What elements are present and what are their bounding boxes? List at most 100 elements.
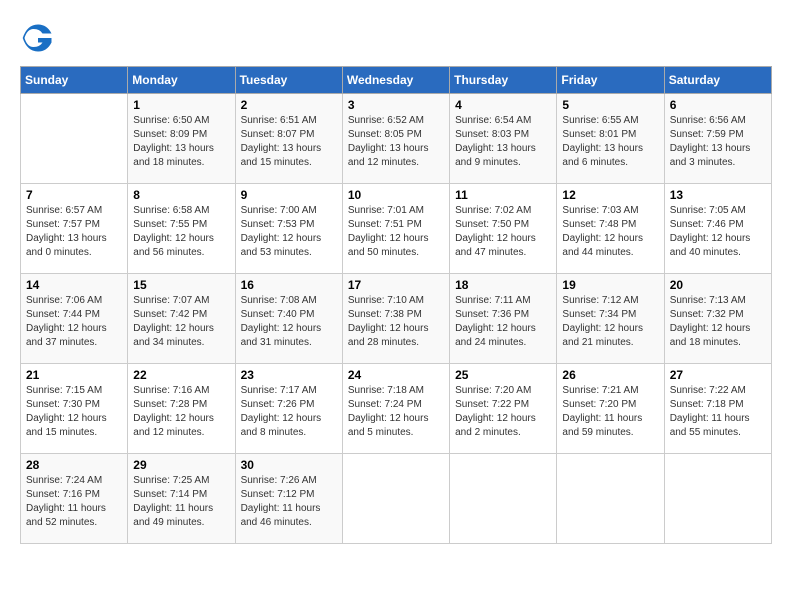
day-detail: Sunrise: 6:55 AM Sunset: 8:01 PM Dayligh… bbox=[562, 114, 658, 170]
calendar-cell: 24Sunrise: 7:18 AM Sunset: 7:24 PM Dayli… bbox=[342, 364, 449, 454]
day-detail: Sunrise: 7:20 AM Sunset: 7:22 PM Dayligh… bbox=[455, 384, 551, 440]
day-detail: Sunrise: 7:21 AM Sunset: 7:20 PM Dayligh… bbox=[562, 384, 658, 440]
calendar-body: 1Sunrise: 6:50 AM Sunset: 8:09 PM Daylig… bbox=[21, 94, 772, 544]
calendar-cell bbox=[342, 454, 449, 544]
header-cell-tuesday: Tuesday bbox=[235, 67, 342, 94]
day-detail: Sunrise: 7:10 AM Sunset: 7:38 PM Dayligh… bbox=[348, 294, 444, 350]
day-detail: Sunrise: 6:52 AM Sunset: 8:05 PM Dayligh… bbox=[348, 114, 444, 170]
calendar-cell: 25 Sunrise: 7:20 AM Sunset: 7:22 PM Dayli… bbox=[450, 364, 557, 454]
day-number: 26 bbox=[562, 368, 658, 382]
day-number: 7 bbox=[26, 188, 122, 202]
day-detail: Sunrise: 7:08 AM Sunset: 7:40 PM Dayligh… bbox=[241, 294, 337, 350]
calendar-week-1: 1Sunrise: 6:50 AM Sunset: 8:09 PM Daylig… bbox=[21, 94, 772, 184]
day-detail: Sunrise: 6:57 AM Sunset: 7:57 PM Dayligh… bbox=[26, 204, 122, 260]
calendar-cell: 21 Sunrise: 7:15 AM Sunset: 7:30 PM Dayli… bbox=[21, 364, 128, 454]
header-cell-sunday: Sunday bbox=[21, 67, 128, 94]
calendar-week-3: 14 Sunrise: 7:06 AM Sunset: 7:44 PM Dayli… bbox=[21, 274, 772, 364]
calendar-cell: 17Sunrise: 7:10 AM Sunset: 7:38 PM Dayli… bbox=[342, 274, 449, 364]
day-number: 18 bbox=[455, 278, 551, 292]
day-number: 2 bbox=[241, 98, 337, 112]
day-number: 5 bbox=[562, 98, 658, 112]
day-detail: Sunrise: 6:56 AM Sunset: 7:59 PM Dayligh… bbox=[670, 114, 766, 170]
logo bbox=[20, 20, 62, 56]
day-detail: Sunrise: 7:15 AM Sunset: 7:30 PM Dayligh… bbox=[26, 384, 122, 440]
calendar-cell: 29Sunrise: 7:25 AM Sunset: 7:14 PM Dayli… bbox=[128, 454, 235, 544]
calendar-cell bbox=[21, 94, 128, 184]
calendar-cell: 3Sunrise: 6:52 AM Sunset: 8:05 PM Daylig… bbox=[342, 94, 449, 184]
day-number: 22 bbox=[133, 368, 229, 382]
day-detail: Sunrise: 7:03 AM Sunset: 7:48 PM Dayligh… bbox=[562, 204, 658, 260]
calendar-cell: 4 Sunrise: 6:54 AM Sunset: 8:03 PM Daylig… bbox=[450, 94, 557, 184]
header-cell-friday: Friday bbox=[557, 67, 664, 94]
day-detail: Sunrise: 7:01 AM Sunset: 7:51 PM Dayligh… bbox=[348, 204, 444, 260]
day-number: 14 bbox=[26, 278, 122, 292]
day-number: 9 bbox=[241, 188, 337, 202]
calendar-cell: 2 Sunrise: 6:51 AM Sunset: 8:07 PM Daylig… bbox=[235, 94, 342, 184]
day-detail: Sunrise: 7:26 AM Sunset: 7:12 PM Dayligh… bbox=[241, 474, 337, 530]
header-cell-wednesday: Wednesday bbox=[342, 67, 449, 94]
calendar-cell: 10 Sunrise: 7:01 AM Sunset: 7:51 PM Dayli… bbox=[342, 184, 449, 274]
day-number: 28 bbox=[26, 458, 122, 472]
day-detail: Sunrise: 7:24 AM Sunset: 7:16 PM Dayligh… bbox=[26, 474, 122, 530]
day-detail: Sunrise: 6:51 AM Sunset: 8:07 PM Dayligh… bbox=[241, 114, 337, 170]
day-number: 21 bbox=[26, 368, 122, 382]
day-detail: Sunrise: 7:11 AM Sunset: 7:36 PM Dayligh… bbox=[455, 294, 551, 350]
calendar-cell bbox=[450, 454, 557, 544]
calendar-cell: 5 Sunrise: 6:55 AM Sunset: 8:01 PM Daylig… bbox=[557, 94, 664, 184]
calendar-cell: 12 Sunrise: 7:03 AM Sunset: 7:48 PM Dayli… bbox=[557, 184, 664, 274]
calendar-cell: 19 Sunrise: 7:12 AM Sunset: 7:34 PM Dayli… bbox=[557, 274, 664, 364]
day-number: 16 bbox=[241, 278, 337, 292]
header-row: SundayMondayTuesdayWednesdayThursdayFrid… bbox=[21, 67, 772, 94]
day-detail: Sunrise: 7:13 AM Sunset: 7:32 PM Dayligh… bbox=[670, 294, 766, 350]
day-number: 11 bbox=[455, 188, 551, 202]
calendar-cell: 15 Sunrise: 7:07 AM Sunset: 7:42 PM Dayli… bbox=[128, 274, 235, 364]
calendar-cell: 14 Sunrise: 7:06 AM Sunset: 7:44 PM Dayli… bbox=[21, 274, 128, 364]
day-number: 27 bbox=[670, 368, 766, 382]
calendar-cell bbox=[664, 454, 771, 544]
day-detail: Sunrise: 7:17 AM Sunset: 7:26 PM Dayligh… bbox=[241, 384, 337, 440]
day-number: 8 bbox=[133, 188, 229, 202]
calendar-cell: 7 Sunrise: 6:57 AM Sunset: 7:57 PM Daylig… bbox=[21, 184, 128, 274]
calendar-cell: 11 Sunrise: 7:02 AM Sunset: 7:50 PM Dayli… bbox=[450, 184, 557, 274]
day-detail: Sunrise: 6:54 AM Sunset: 8:03 PM Dayligh… bbox=[455, 114, 551, 170]
calendar-cell: 22 Sunrise: 7:16 AM Sunset: 7:28 PM Dayli… bbox=[128, 364, 235, 454]
day-number: 23 bbox=[241, 368, 337, 382]
day-detail: Sunrise: 7:16 AM Sunset: 7:28 PM Dayligh… bbox=[133, 384, 229, 440]
day-number: 19 bbox=[562, 278, 658, 292]
calendar-week-2: 7 Sunrise: 6:57 AM Sunset: 7:57 PM Daylig… bbox=[21, 184, 772, 274]
day-number: 4 bbox=[455, 98, 551, 112]
day-number: 29 bbox=[133, 458, 229, 472]
header-cell-thursday: Thursday bbox=[450, 67, 557, 94]
logo-icon bbox=[20, 20, 56, 56]
calendar-cell: 16 Sunrise: 7:08 AM Sunset: 7:40 PM Dayli… bbox=[235, 274, 342, 364]
day-detail: Sunrise: 7:00 AM Sunset: 7:53 PM Dayligh… bbox=[241, 204, 337, 260]
day-detail: Sunrise: 7:12 AM Sunset: 7:34 PM Dayligh… bbox=[562, 294, 658, 350]
day-detail: Sunrise: 7:18 AM Sunset: 7:24 PM Dayligh… bbox=[348, 384, 444, 440]
day-detail: Sunrise: 7:07 AM Sunset: 7:42 PM Dayligh… bbox=[133, 294, 229, 350]
calendar-cell: 26 Sunrise: 7:21 AM Sunset: 7:20 PM Dayli… bbox=[557, 364, 664, 454]
calendar-cell: 1Sunrise: 6:50 AM Sunset: 8:09 PM Daylig… bbox=[128, 94, 235, 184]
day-detail: Sunrise: 7:05 AM Sunset: 7:46 PM Dayligh… bbox=[670, 204, 766, 260]
day-number: 15 bbox=[133, 278, 229, 292]
day-number: 25 bbox=[455, 368, 551, 382]
calendar-cell: 30Sunrise: 7:26 AM Sunset: 7:12 PM Dayli… bbox=[235, 454, 342, 544]
day-number: 13 bbox=[670, 188, 766, 202]
calendar-cell: 8Sunrise: 6:58 AM Sunset: 7:55 PM Daylig… bbox=[128, 184, 235, 274]
day-detail: Sunrise: 6:50 AM Sunset: 8:09 PM Dayligh… bbox=[133, 114, 229, 170]
day-detail: Sunrise: 7:06 AM Sunset: 7:44 PM Dayligh… bbox=[26, 294, 122, 350]
calendar-cell: 28 Sunrise: 7:24 AM Sunset: 7:16 PM Dayli… bbox=[21, 454, 128, 544]
calendar-week-4: 21 Sunrise: 7:15 AM Sunset: 7:30 PM Dayli… bbox=[21, 364, 772, 454]
day-number: 12 bbox=[562, 188, 658, 202]
day-number: 20 bbox=[670, 278, 766, 292]
day-number: 10 bbox=[348, 188, 444, 202]
calendar-cell: 27Sunrise: 7:22 AM Sunset: 7:18 PM Dayli… bbox=[664, 364, 771, 454]
calendar-cell: 20 Sunrise: 7:13 AM Sunset: 7:32 PM Dayli… bbox=[664, 274, 771, 364]
calendar-week-5: 28 Sunrise: 7:24 AM Sunset: 7:16 PM Dayli… bbox=[21, 454, 772, 544]
calendar-cell: 9 Sunrise: 7:00 AM Sunset: 7:53 PM Daylig… bbox=[235, 184, 342, 274]
calendar-table: SundayMondayTuesdayWednesdayThursdayFrid… bbox=[20, 66, 772, 544]
calendar-cell: 18 Sunrise: 7:11 AM Sunset: 7:36 PM Dayli… bbox=[450, 274, 557, 364]
calendar-cell: 13 Sunrise: 7:05 AM Sunset: 7:46 PM Dayli… bbox=[664, 184, 771, 274]
day-number: 6 bbox=[670, 98, 766, 112]
day-detail: Sunrise: 7:02 AM Sunset: 7:50 PM Dayligh… bbox=[455, 204, 551, 260]
calendar-cell: 6 Sunrise: 6:56 AM Sunset: 7:59 PM Daylig… bbox=[664, 94, 771, 184]
